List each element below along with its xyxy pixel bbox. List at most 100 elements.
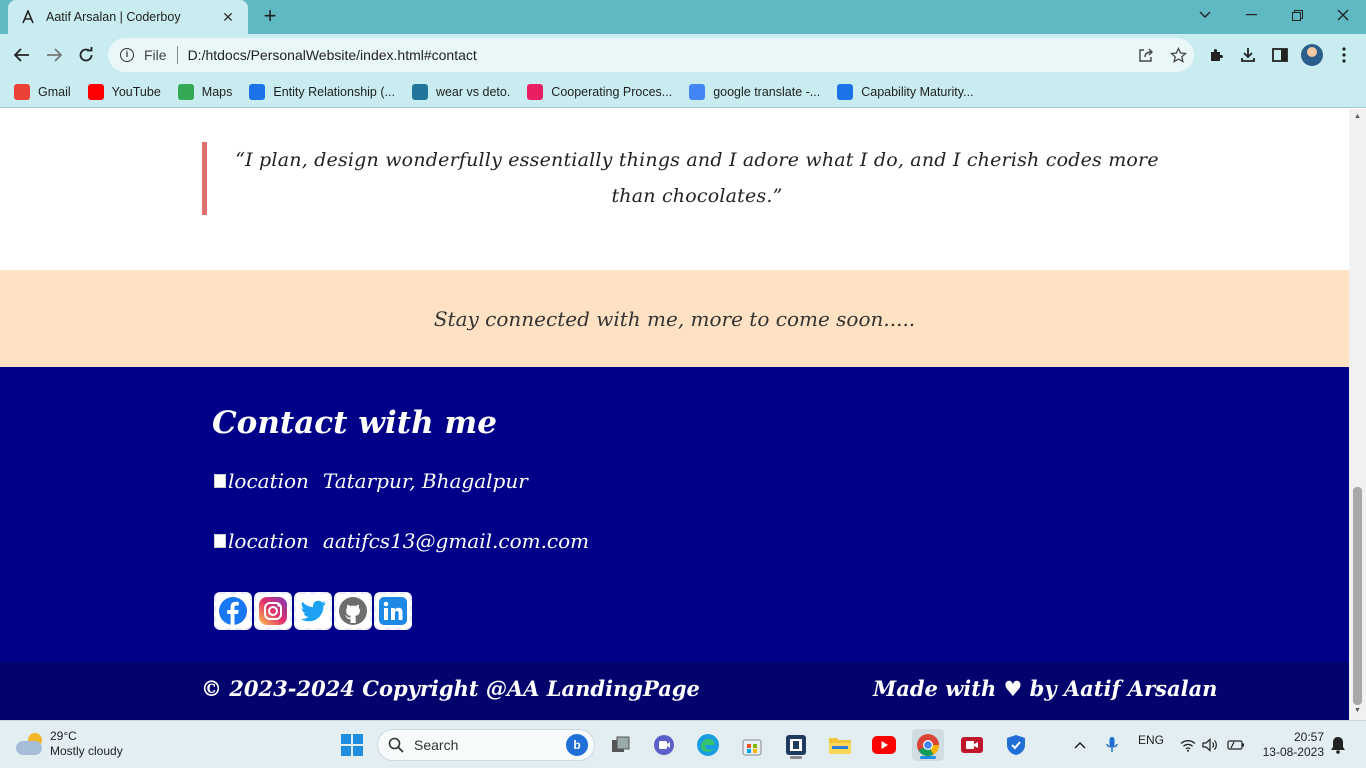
stay-connected-text: Stay connected with me, more to come soo…	[433, 306, 916, 331]
location-broken-image-icon: location	[214, 469, 309, 493]
taskbar-search[interactable]: Search b	[377, 729, 595, 761]
new-tab-button[interactable]: +	[258, 5, 282, 29]
restore-button[interactable]	[1274, 0, 1320, 30]
location-row: location Tatarpur, Bhagalpur	[214, 469, 528, 493]
social-links	[214, 592, 414, 630]
scroll-down-arrow-icon[interactable]: ▼	[1353, 707, 1362, 715]
browser-tab-strip: Aatif Arsalan | Coderboy ✕ +	[0, 0, 1366, 34]
bookmark-item[interactable]: Entity Relationship (...	[249, 83, 395, 100]
made-with-text: Made with ♥ by Aatif Arsalan	[873, 676, 1218, 701]
browser-toolbar: i File D:/htdocs/PersonalWebsite/index.h…	[0, 34, 1366, 76]
bookmark-item[interactable]: Gmail	[14, 83, 71, 100]
bookmark-item[interactable]: YouTube	[87, 83, 161, 100]
bookmark-label: Cooperating Proces...	[551, 84, 673, 99]
tab-close-icon[interactable]: ✕	[220, 9, 236, 26]
teams-chat-icon[interactable]	[648, 729, 680, 761]
bookmark-star-icon[interactable]	[1162, 42, 1194, 68]
youtube-icon	[87, 83, 104, 100]
share-icon[interactable]	[1130, 42, 1162, 68]
extensions-puzzle-icon[interactable]	[1202, 42, 1230, 68]
browser-menu-icon[interactable]	[1330, 42, 1358, 68]
tutorial-site-icon	[837, 83, 854, 100]
address-separator	[176, 46, 178, 64]
scrollbar-thumb[interactable]	[1353, 487, 1362, 705]
task-view-icon[interactable]	[605, 729, 637, 761]
bookmark-label: YouTube	[111, 84, 161, 99]
bing-icon[interactable]: b	[566, 734, 588, 756]
site-info-icon[interactable]: i	[120, 48, 134, 62]
browser-tab[interactable]: Aatif Arsalan | Coderboy ✕	[8, 0, 248, 34]
downloads-icon[interactable]	[1234, 42, 1262, 68]
gmail-icon	[14, 83, 30, 100]
chrome-browser-icon[interactable]	[912, 729, 944, 761]
microphone-icon[interactable]	[1096, 729, 1128, 761]
bookmark-label: wear vs deto.	[435, 84, 511, 99]
email-row: location aatifcs13@gmail.com.com	[214, 529, 589, 553]
avatar	[1301, 44, 1323, 66]
tab-title: Aatif Arsalan | Coderboy	[46, 10, 181, 24]
weather-condition: Mostly cloudy	[50, 744, 123, 758]
email-broken-image-icon: location	[214, 529, 309, 553]
bookmark-label: google translate -...	[713, 84, 821, 99]
site-favicon-icon	[20, 9, 36, 25]
email-text[interactable]: aatifcs13@gmail.com.com	[323, 529, 589, 553]
scroll-up-arrow-icon[interactable]: ▲	[1353, 113, 1362, 121]
file-explorer-icon[interactable]	[824, 729, 856, 761]
bookmark-label: Maps	[201, 84, 233, 99]
bookmark-item[interactable]: Cooperating Proces...	[527, 83, 673, 100]
code-editor-app-icon[interactable]	[780, 729, 812, 761]
windows-taskbar: 29°C Mostly cloudy Search b ENG 20:57 13…	[0, 720, 1366, 768]
bookmark-item[interactable]: google translate -...	[689, 83, 821, 100]
microsoft-store-icon[interactable]	[736, 729, 768, 761]
google-icon	[689, 83, 706, 100]
forward-arrow-icon[interactable]	[41, 42, 67, 68]
contact-title: Contact with me	[212, 405, 497, 441]
clock-time: 20:57	[1293, 730, 1324, 744]
windows-start-icon[interactable]	[336, 729, 368, 761]
bookmark-label: Entity Relationship (...	[273, 84, 395, 99]
address-scheme: File	[144, 47, 167, 63]
security-shield-icon[interactable]	[1000, 729, 1032, 761]
github-icon[interactable]	[334, 592, 372, 630]
copyright-text: © 2023-2024 Copyright @AA LandingPage	[201, 676, 700, 701]
close-window-button[interactable]	[1320, 0, 1366, 30]
stay-connected-banner: Stay connected with me, more to come soo…	[0, 270, 1349, 367]
bookmark-item[interactable]: wear vs deto.	[411, 83, 511, 100]
youtube-app-icon[interactable]	[868, 729, 900, 761]
edge-browser-icon[interactable]	[692, 729, 724, 761]
instagram-icon[interactable]	[254, 592, 292, 630]
battery-icon[interactable]	[1220, 729, 1252, 761]
screen-recorder-icon[interactable]	[956, 729, 988, 761]
bookmarks-bar: Gmail YouTube Maps Entity Relationship (...…	[0, 76, 1366, 108]
page-viewport: “I plan, design wonderfully essentially …	[0, 109, 1349, 720]
tab-search-chevron-icon[interactable]	[1182, 0, 1228, 30]
chevron-up-icon[interactable]	[1064, 729, 1096, 761]
contact-footer: Contact with me location Tatarpur, Bhaga…	[0, 367, 1349, 662]
bookmark-item[interactable]: Capability Maturity...	[837, 83, 974, 100]
side-panel-icon[interactable]	[1266, 42, 1294, 68]
notification-bell-icon[interactable]	[1326, 729, 1350, 761]
language-indicator[interactable]: ENG	[1138, 733, 1164, 747]
search-icon	[388, 737, 404, 753]
clock-date: 13-08-2023	[1262, 745, 1324, 759]
address-bar[interactable]: i File D:/htdocs/PersonalWebsite/index.h…	[108, 38, 1194, 72]
cube-icon	[527, 83, 544, 100]
reload-icon[interactable]	[73, 42, 99, 68]
bookmark-label: Capability Maturity...	[861, 84, 974, 99]
facebook-icon[interactable]	[214, 592, 252, 630]
address-url[interactable]: D:/htdocs/PersonalWebsite/index.html#con…	[188, 47, 1130, 63]
minimize-button[interactable]	[1228, 0, 1274, 30]
weather-widget[interactable]: 29°C Mostly cloudy	[16, 729, 123, 759]
page-scrollbar[interactable]: ▲ ▼	[1349, 109, 1366, 720]
linkedin-icon[interactable]	[374, 592, 412, 630]
wordpress-icon	[411, 83, 428, 100]
taskbar-clock[interactable]: 20:57 13-08-2023	[1258, 730, 1324, 760]
copyright-bar: © 2023-2024 Copyright @AA LandingPage Ma…	[0, 662, 1349, 720]
profile-avatar[interactable]	[1298, 42, 1326, 68]
maps-icon	[177, 83, 194, 100]
quote-block: “I plan, design wonderfully essentially …	[202, 142, 1162, 215]
back-arrow-icon[interactable]	[9, 42, 35, 68]
weather-temperature: 29°C	[50, 729, 77, 743]
twitter-icon[interactable]	[294, 592, 332, 630]
bookmark-item[interactable]: Maps	[177, 83, 233, 100]
